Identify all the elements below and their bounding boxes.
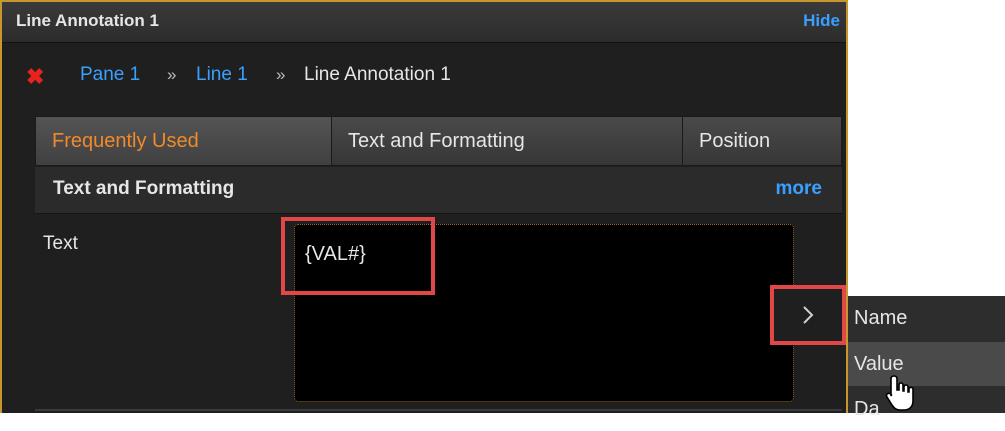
value-highlight-box — [281, 217, 435, 295]
panel-titlebar: Line Annotation 1 Hide — [2, 2, 846, 43]
menu-item-value[interactable]: Value — [848, 342, 1005, 386]
tab-bar: Frequently Used Text and Formatting Posi… — [35, 116, 842, 166]
breadcrumb-separator: » — [167, 65, 177, 84]
tab-position[interactable]: Position — [682, 116, 842, 166]
breadcrumb-separator: » — [276, 65, 286, 84]
divider — [35, 409, 842, 411]
panel-title: Line Annotation 1 — [16, 11, 159, 30]
breadcrumb: ✖ Pane 1 » Line 1 » Line Annotation 1 — [2, 64, 846, 90]
properties-panel: Line Annotation 1 Hide ✖ Pane 1 » Line 1… — [0, 0, 848, 413]
section-header: Text and Formatting more — [35, 167, 842, 214]
text-field-label: Text — [43, 233, 78, 254]
tab-text-and-formatting[interactable]: Text and Formatting — [331, 116, 683, 166]
tab-frequently-used[interactable]: Frequently Used — [35, 116, 332, 166]
breadcrumb-link-line[interactable]: Line 1 — [196, 64, 248, 86]
more-link[interactable]: more — [776, 178, 822, 200]
close-icon[interactable]: ✖ — [26, 64, 44, 90]
section-title: Text and Formatting — [53, 178, 235, 199]
insert-variable-button[interactable] — [770, 285, 846, 345]
chevron-right-icon — [803, 306, 814, 324]
breadcrumb-current: Line Annotation 1 — [304, 64, 451, 85]
hide-link[interactable]: Hide — [803, 11, 840, 31]
variable-menu: Name Value Da — [848, 296, 1005, 420]
menu-item-name[interactable]: Name — [848, 296, 1005, 340]
menu-item-date[interactable]: Da — [848, 387, 1005, 431]
hand-pointer-icon — [885, 375, 914, 411]
breadcrumb-link-pane[interactable]: Pane 1 — [80, 64, 140, 86]
